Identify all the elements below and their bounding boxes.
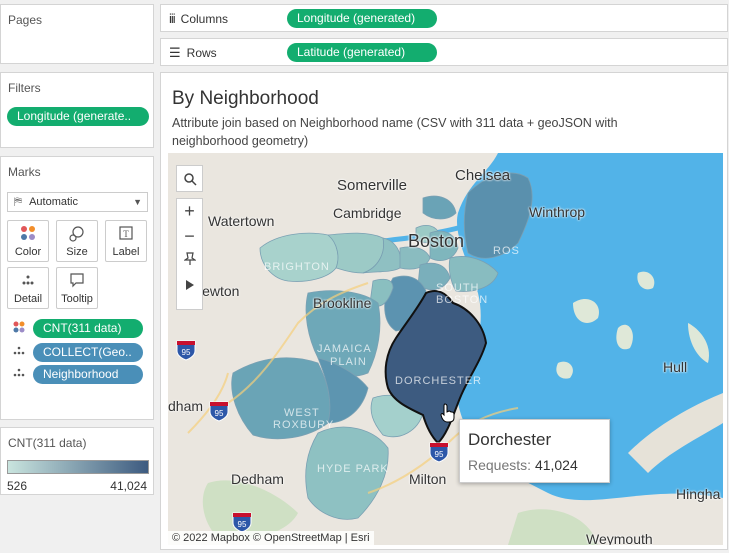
neighborhood-pill[interactable]: Neighborhood — [33, 365, 143, 384]
svg-text:T: T — [123, 229, 129, 239]
marks-color-row — [11, 319, 27, 335]
map-mark-icon: ⛿ — [14, 196, 22, 208]
cnt-311-pill[interactable]: CNT(311 data) — [33, 319, 143, 338]
label-jamaica: JAMAICA — [317, 343, 372, 355]
expand-toolbar-button[interactable] — [177, 274, 202, 299]
svg-text:95: 95 — [238, 520, 247, 529]
play-icon — [185, 280, 194, 290]
viz-title: By Neighborhood — [172, 88, 319, 109]
marks-detail-row — [11, 343, 27, 359]
place-cambridge: Cambridge — [333, 205, 402, 221]
search-icon — [183, 173, 197, 186]
place-dedham-west: dham — [168, 398, 204, 414]
pages-title: Pages — [8, 13, 43, 27]
legend-title: CNT(311 data) — [8, 436, 87, 450]
collect-geometry-pill[interactable]: COLLECT(Geo.. — [33, 343, 143, 362]
filters-panel: Filters Longitude (generate.. — [0, 72, 154, 148]
detail-field-icon — [11, 343, 27, 359]
place-boston: Boston — [408, 231, 465, 251]
marks-title: Marks — [8, 165, 41, 179]
rows-shelf[interactable]: ☰ Rows Latitude (generated) — [160, 38, 728, 66]
svg-text:95: 95 — [215, 409, 224, 418]
detail-button[interactable]: Detail — [7, 267, 49, 309]
viz-panel: By Neighborhood Attribute join based on … — [160, 72, 728, 550]
svg-text:95: 95 — [182, 348, 191, 357]
tooltip-body: Requests: 41,024 — [468, 457, 578, 473]
map-attribution[interactable]: © 2022 Mapbox © OpenStreetMap | Esri — [168, 531, 374, 545]
label-boston-small: BOSTON — [436, 294, 489, 306]
longitude-pill[interactable]: Longitude (generated) — [287, 9, 437, 28]
svg-text:95: 95 — [435, 450, 444, 459]
columns-shelf[interactable]: iii Columns Longitude (generated) — [160, 4, 728, 32]
columns-icon: iii — [169, 11, 176, 26]
label-south: SOUTH — [436, 282, 480, 294]
size-button[interactable]: Size — [56, 220, 98, 262]
legend-max: 41,024 — [110, 479, 147, 493]
label-west: WEST — [284, 407, 320, 419]
detail-field-icon — [11, 365, 27, 381]
neighborhood-charlestown — [422, 195, 457, 220]
highway-shield-i95: 95 — [429, 442, 449, 463]
rows-icon: ☰ — [169, 45, 181, 60]
filters-title: Filters — [8, 81, 41, 95]
place-chelsea: Chelsea — [455, 167, 511, 184]
columns-label: Columns — [180, 11, 229, 26]
park-area — [508, 509, 598, 545]
place-dedham: Dedham — [231, 471, 284, 487]
latitude-pill[interactable]: Latitude (generated) — [287, 43, 437, 62]
color-button[interactable]: Color — [7, 220, 49, 262]
label-icon: T — [106, 225, 146, 245]
color-field-icon — [11, 319, 27, 335]
color-icon — [8, 225, 48, 245]
place-hingham: Hingha — [676, 486, 721, 502]
marks-panel: Marks ⛿ Automatic ▼ Color Size T Label D… — [0, 156, 154, 420]
label-button[interactable]: T Label — [105, 220, 147, 262]
color-legend-panel: CNT(311 data) 526 41,024 — [0, 427, 154, 495]
highway-shield-i95: 95 — [209, 401, 229, 422]
mark-type-dropdown[interactable]: ⛿ Automatic ▼ — [7, 192, 148, 212]
place-somerville: Somerville — [337, 177, 408, 194]
place-brookline: Brookline — [313, 295, 372, 311]
label-plain: PLAIN — [330, 356, 367, 368]
island — [616, 324, 633, 350]
neighborhood-brighton — [259, 232, 339, 282]
chevron-down-icon: ▼ — [133, 197, 142, 207]
label-dorchester: DORCHESTER — [395, 375, 483, 387]
tooltip-button[interactable]: Tooltip — [56, 267, 98, 309]
zoom-out-button[interactable]: − — [177, 224, 202, 249]
tooltip-label: Requests: — [468, 457, 532, 473]
place-watertown: Watertown — [208, 213, 275, 229]
map[interactable]: 95 95 95 95 Somerville Chelsea Watertown… — [168, 153, 723, 545]
map-toolbar: + − — [176, 198, 203, 310]
size-icon — [57, 225, 97, 245]
place-weymouth: Weymouth — [586, 531, 653, 545]
legend-min: 526 — [7, 479, 28, 493]
highway-shield-i95: 95 — [176, 340, 196, 361]
label-ros: ROS — [493, 245, 520, 257]
place-milton: Milton — [409, 471, 447, 487]
rows-label: Rows — [186, 46, 217, 60]
marks-neighborhood-row — [11, 365, 27, 381]
tooltip-value: 41,024 — [534, 457, 578, 473]
place-winthrop: Winthrop — [529, 204, 586, 220]
pages-panel: Pages — [0, 4, 154, 64]
tooltip-icon — [57, 272, 97, 292]
mark-type-value: Automatic — [29, 196, 78, 208]
tooltip-title: Dorchester — [468, 430, 552, 449]
pin-icon — [182, 252, 197, 265]
tooltip: Dorchester Requests: 41,024 — [459, 419, 610, 483]
label-roxbury: ROXBURY — [273, 419, 335, 431]
place-hull: Hull — [663, 359, 688, 375]
zoom-in-button[interactable]: + — [177, 199, 202, 224]
filter-longitude-pill[interactable]: Longitude (generate.. — [7, 107, 149, 126]
map-search-button[interactable] — [176, 165, 203, 192]
detail-icon — [8, 272, 48, 292]
label-hyde-park: HYDE PARK — [317, 463, 389, 475]
legend-gradient — [7, 460, 149, 474]
label-brighton: BRIGHTON — [264, 261, 330, 273]
pin-button[interactable] — [177, 249, 202, 274]
viz-subtitle: Attribute join based on Neighborhood nam… — [172, 116, 618, 148]
hand-cursor-icon — [440, 403, 455, 423]
